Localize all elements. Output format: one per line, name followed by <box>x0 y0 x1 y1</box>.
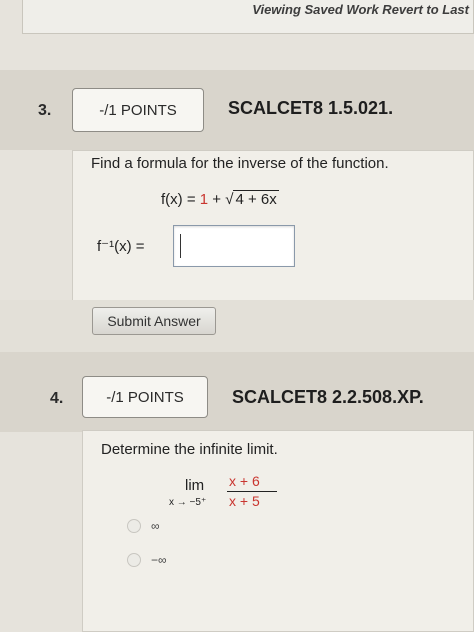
function-constant: 1 <box>199 191 209 208</box>
saved-work-status[interactable]: Viewing Saved Work Revert to Last <box>252 2 469 17</box>
points-box: -/1 POINTS <box>82 376 208 418</box>
question-number: 4. <box>50 390 64 407</box>
radicand: 4 + 6x <box>233 190 279 208</box>
question-4-body: Determine the infinite limit. lim x → −5… <box>82 430 474 632</box>
option-label: −∞ <box>151 553 167 567</box>
limit-denominator: x + 5 <box>229 493 260 509</box>
question-code: SCALCET8 1.5.021. <box>228 98 394 118</box>
limit-subscript: x → −5⁺ <box>169 497 207 508</box>
points-box: -/1 POINTS <box>72 88 204 132</box>
submit-answer-button[interactable]: Submit Answer <box>92 307 216 335</box>
question-number: 3. <box>38 102 52 119</box>
option-radio[interactable] <box>127 553 141 567</box>
function-plus: + <box>212 191 222 208</box>
inverse-answer-input[interactable] <box>173 225 295 267</box>
fraction-bar <box>227 491 277 492</box>
answer-label: f⁻¹(x) = <box>97 238 145 255</box>
top-status-bar: Viewing Saved Work Revert to Last <box>22 0 474 34</box>
submit-area <box>0 300 474 352</box>
text-caret <box>180 234 181 258</box>
function-lhs: f(x) = <box>161 191 196 208</box>
question-code: SCALCET8 2.2.508.XP. <box>232 387 424 407</box>
limit-lim: lim <box>185 477 205 494</box>
question-prompt: Determine the infinite limit. <box>101 441 278 458</box>
function-formula: f(x) = 1 + √ 4 + 6x <box>161 190 279 208</box>
limit-numerator: x + 6 <box>229 473 260 489</box>
option-label: ∞ <box>151 519 160 533</box>
question-prompt: Find a formula for the inverse of the fu… <box>91 155 389 172</box>
option-radio[interactable] <box>127 519 141 533</box>
